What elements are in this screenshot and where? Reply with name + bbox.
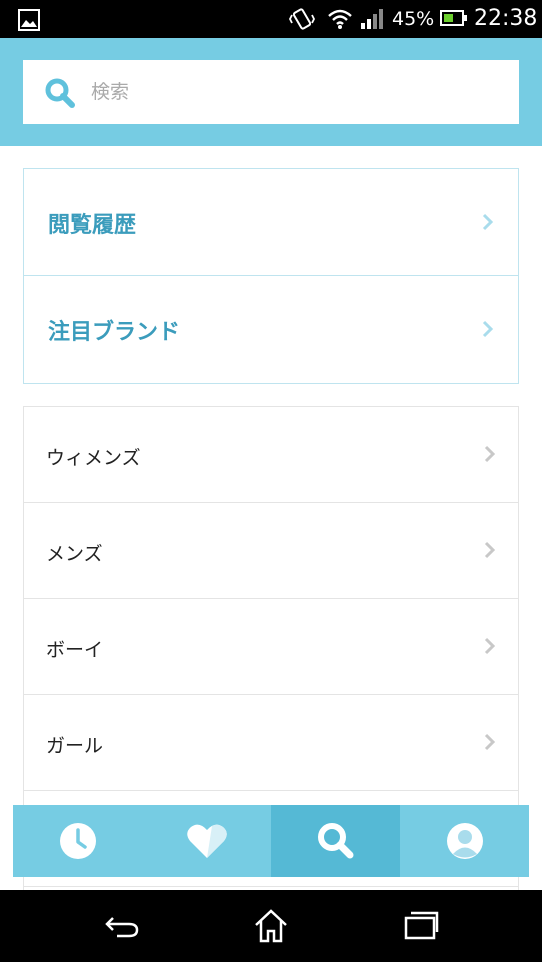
category-item-label: ウィメンズ: [46, 447, 141, 469]
home-icon[interactable]: [253, 908, 289, 944]
search-input[interactable]: [91, 70, 491, 114]
featured-item-brands[interactable]: 注目ブランド: [24, 276, 518, 383]
chevron-right-icon: [482, 213, 494, 231]
clock-icon: [59, 823, 96, 859]
featured-item-history[interactable]: 閲覧履歴: [24, 169, 518, 276]
category-item-boys[interactable]: ボーイ: [24, 599, 518, 695]
featured-item-label: 閲覧履歴: [48, 213, 137, 238]
chevron-right-icon: [484, 445, 496, 463]
recent-apps-icon[interactable]: [403, 908, 439, 942]
chevron-right-icon: [484, 637, 496, 655]
clock: 22:38: [474, 6, 538, 31]
category-item-girls[interactable]: ガール: [24, 695, 518, 791]
tab-favorites[interactable]: [142, 805, 271, 877]
category-item-label: ガール: [46, 735, 104, 757]
search-icon: [317, 823, 353, 859]
battery-icon: [440, 10, 467, 26]
chevron-right-icon: [484, 541, 496, 559]
gallery-notification-icon: [18, 9, 40, 31]
featured-item-label: 注目ブランド: [48, 320, 181, 345]
featured-list: 閲覧履歴 注目ブランド: [23, 168, 519, 384]
category-item-mens[interactable]: メンズ: [24, 503, 518, 599]
search-box[interactable]: [23, 60, 519, 124]
search-icon: [45, 78, 75, 108]
battery-percent: 45%: [392, 8, 435, 30]
chevron-right-icon: [484, 733, 496, 751]
chevron-right-icon: [482, 320, 494, 338]
category-item-label: ボーイ: [46, 639, 104, 661]
category-item-label: メンズ: [46, 543, 103, 565]
vibrate-icon: [289, 8, 315, 30]
system-nav-bar: [0, 890, 542, 962]
tab-history[interactable]: [13, 805, 142, 877]
profile-icon: [446, 823, 483, 859]
back-icon[interactable]: [103, 908, 139, 942]
heart-icon: [186, 824, 227, 858]
status-bar: 45% 22:38: [0, 0, 542, 38]
signal-icon: [361, 9, 383, 29]
search-header: [0, 38, 542, 146]
wifi-icon: [328, 9, 352, 29]
category-item-womens[interactable]: ウィメンズ: [24, 407, 518, 503]
tab-profile[interactable]: [400, 805, 529, 877]
bottom-tab-bar: [13, 805, 529, 877]
tab-search[interactable]: [271, 805, 400, 877]
